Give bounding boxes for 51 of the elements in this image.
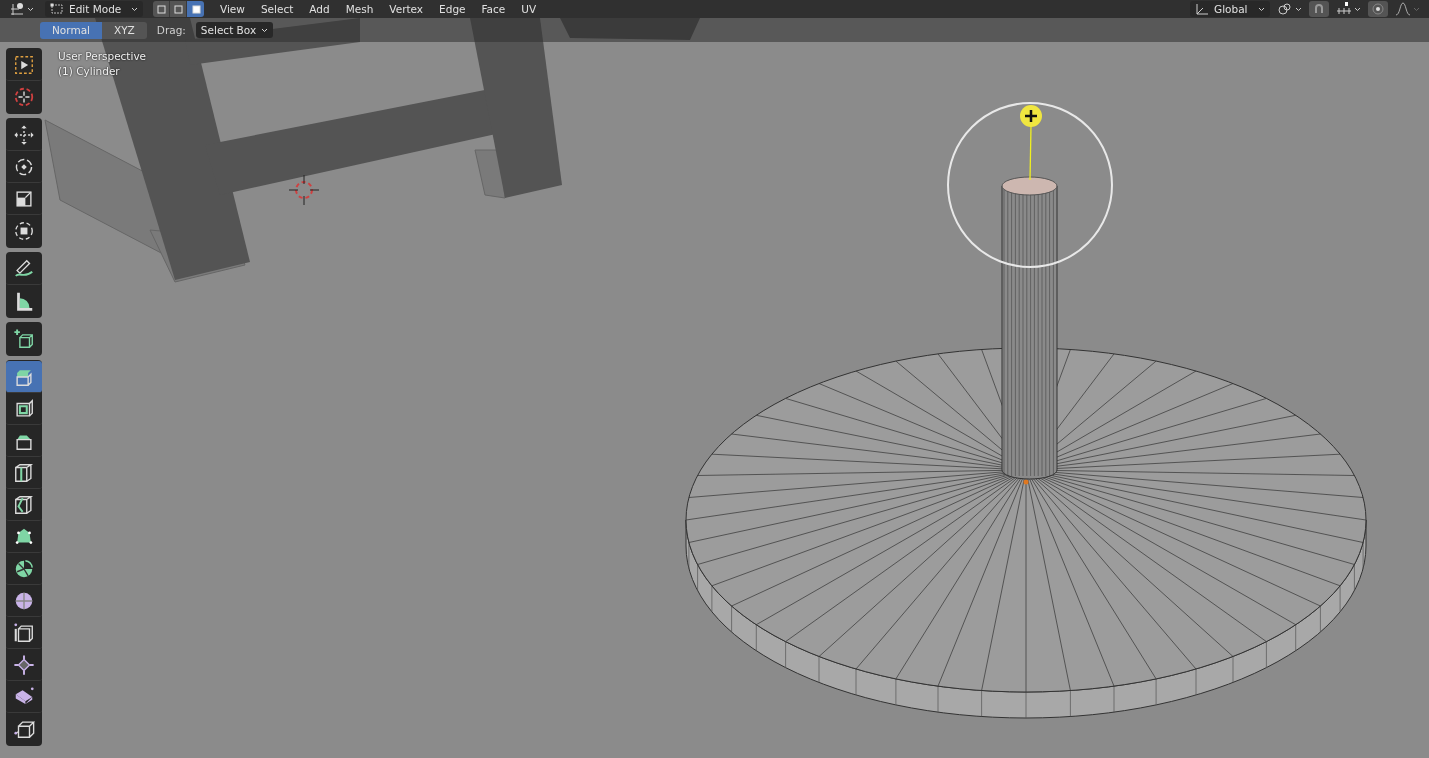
tool-button[interactable] — [6, 361, 42, 393]
select-mode-button[interactable] — [170, 1, 187, 17]
caret-icon — [1258, 6, 1265, 12]
cube-inset-icon — [13, 397, 35, 420]
caret-icon — [261, 27, 269, 33]
drag-label: Drag: — [156, 24, 186, 36]
link-rings-icon — [1277, 2, 1293, 16]
view-name-text: User Perspective — [58, 50, 147, 62]
snap-increment-icon — [1336, 2, 1352, 16]
caret-icon — [131, 6, 138, 12]
menu-item[interactable]: Mesh — [339, 1, 380, 17]
caret-icon — [1295, 6, 1302, 12]
orientation-dropdown[interactable]: Global — [1190, 1, 1270, 17]
crosshair-circle-icon — [13, 86, 35, 108]
magnet-icon — [1312, 2, 1326, 16]
diamond-arrows-icon — [13, 653, 35, 676]
cube-slide-icon — [13, 621, 35, 644]
target-dot-icon — [1371, 2, 1385, 16]
menu-item[interactable]: UV — [515, 1, 543, 17]
menu-item[interactable]: Edge — [433, 1, 472, 17]
falloff-curve-icon — [1395, 2, 1411, 16]
proportional-edit-button[interactable] — [1368, 1, 1388, 17]
cube-knife-icon — [13, 493, 35, 516]
cube-loop-cut-icon — [13, 461, 35, 484]
select-mode-button[interactable] — [187, 1, 204, 17]
pie-spin-icon — [13, 557, 35, 580]
menu-item[interactable]: View — [214, 1, 251, 17]
menu-item[interactable]: Select — [254, 1, 300, 17]
cube-plus-icon — [13, 328, 35, 350]
caret-icon — [1413, 6, 1420, 12]
four-arrows-icon — [13, 123, 35, 146]
mesh-icon — [50, 3, 64, 15]
gizmo-circle[interactable] — [947, 102, 1113, 268]
menu-item[interactable]: Vertex — [383, 1, 430, 17]
cube-rip-icon — [13, 718, 35, 740]
3d-cursor-icon — [288, 174, 320, 206]
transform-icon — [13, 220, 35, 242]
caret-icon — [1354, 6, 1361, 12]
mode-dropdown[interactable]: Edit Mode — [45, 1, 143, 17]
select-mode-button[interactable] — [153, 1, 170, 17]
orientation-tab[interactable]: Normal — [40, 21, 102, 39]
axes-icon — [1195, 3, 1209, 15]
face-square-icon — [189, 3, 202, 15]
menu-item[interactable]: Face — [475, 1, 512, 17]
menu-item[interactable]: Add — [303, 1, 336, 17]
snap-button[interactable] — [1309, 1, 1329, 17]
caret-icon — [27, 6, 34, 12]
object-name-text: (1) Cylinder — [58, 65, 121, 77]
drag-dropdown[interactable]: Select Box — [195, 22, 274, 38]
normal-arrow-handle[interactable] — [1020, 105, 1042, 181]
axes-icon — [9, 2, 25, 16]
